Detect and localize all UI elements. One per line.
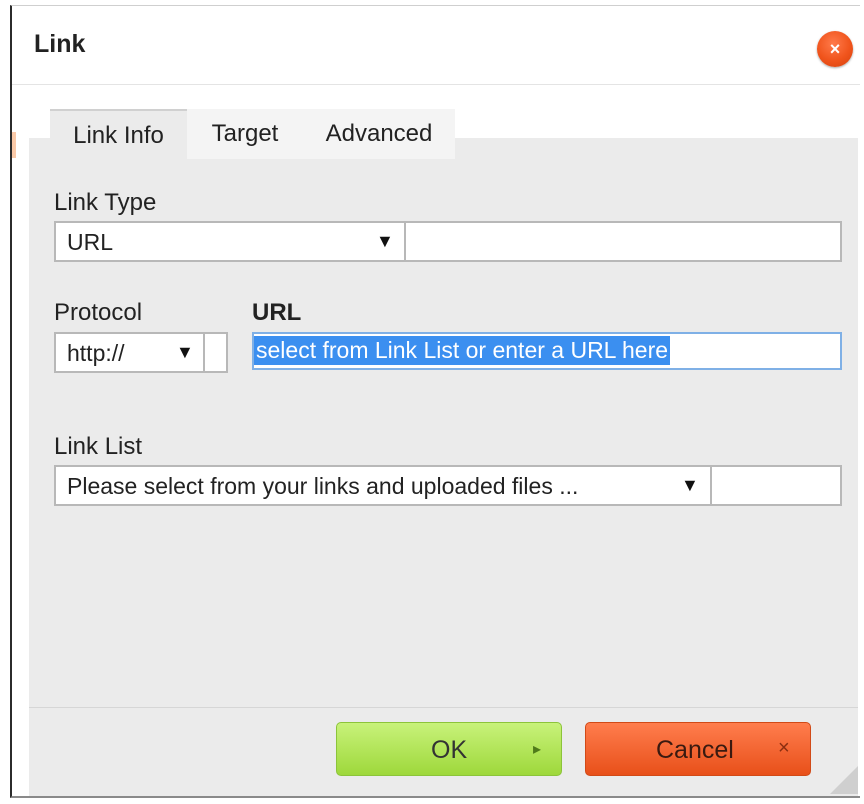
select-divider — [710, 465, 712, 506]
title-divider — [12, 84, 860, 85]
link-dialog: Link × Link Info Target Advanced Link Ty… — [10, 5, 860, 798]
left-accent — [12, 132, 16, 158]
ok-button[interactable]: OK ▸ — [336, 722, 562, 776]
link-list-value: Please select from your links and upload… — [67, 473, 579, 499]
ok-button-label: OK — [431, 736, 468, 764]
url-input[interactable]: select from Link List or enter a URL her… — [252, 332, 842, 370]
chevron-down-icon: ▼ — [681, 475, 699, 495]
tab-target[interactable]: Target — [187, 109, 303, 159]
protocol-label: Protocol — [54, 299, 143, 326]
url-label: URL — [252, 299, 302, 326]
close-icon: × — [778, 737, 790, 759]
dialog-title: Link — [34, 30, 86, 58]
resize-handle[interactable] — [830, 766, 858, 794]
chevron-down-icon: ▼ — [376, 231, 394, 251]
url-input-value: select from Link List or enter a URL her… — [254, 336, 671, 365]
link-type-value: URL — [67, 229, 114, 255]
link-list-select[interactable]: Please select from your links and upload… — [54, 465, 842, 506]
tab-advanced[interactable]: Advanced — [303, 109, 455, 159]
tab-link-info[interactable]: Link Info — [50, 109, 187, 159]
link-type-select[interactable]: URL ▼ — [54, 221, 842, 262]
select-divider — [203, 332, 205, 373]
link-list-label: Link List — [54, 433, 143, 460]
cancel-button-label: Cancel — [656, 736, 734, 764]
cancel-button[interactable]: Cancel × — [585, 722, 811, 776]
footer-divider — [29, 707, 858, 708]
select-divider — [404, 221, 406, 262]
link-type-label: Link Type — [54, 189, 157, 216]
chevron-down-icon: ▼ — [176, 342, 194, 362]
close-icon[interactable]: × — [817, 31, 853, 67]
protocol-select[interactable]: http:// ▼ — [54, 332, 228, 373]
play-arrow-icon: ▸ — [533, 741, 542, 758]
protocol-value: http:// — [67, 340, 125, 366]
